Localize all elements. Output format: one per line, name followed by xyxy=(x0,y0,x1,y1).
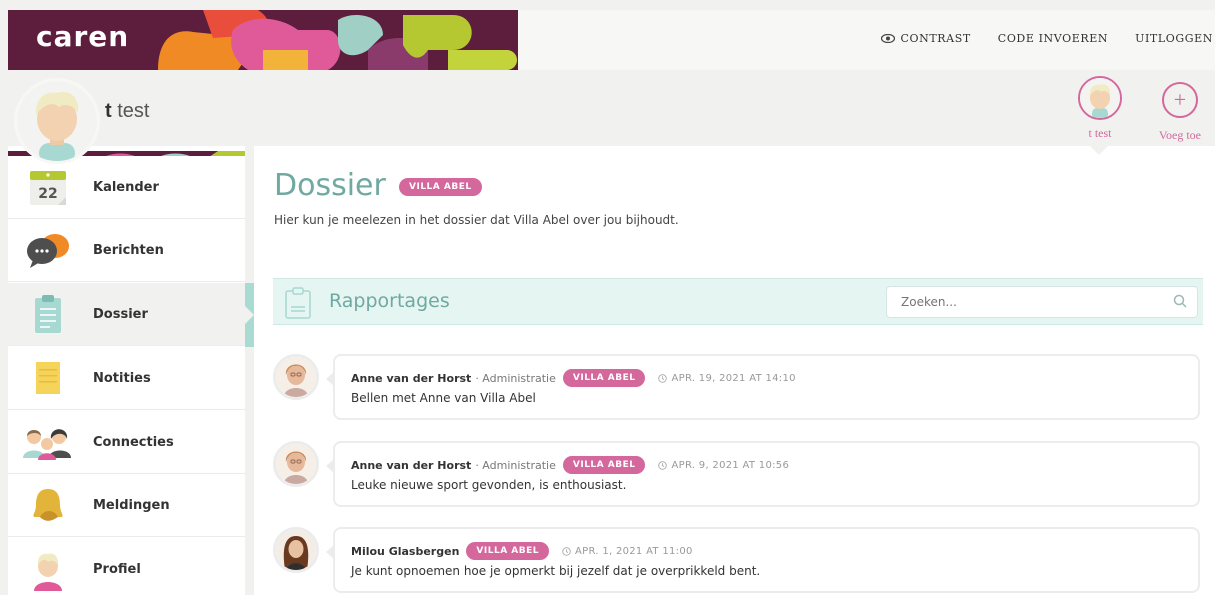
report-date: APR. 1, 2021 AT 11:00 xyxy=(562,546,693,557)
sidebar-item-label: Kalender xyxy=(93,179,159,195)
active-arrow xyxy=(245,306,254,324)
clock-icon xyxy=(658,373,668,383)
report-entry: Anne van der Horst · Administratie VILLA… xyxy=(273,354,1203,422)
report-meta: Anne van der Horst · Administratie VILLA… xyxy=(351,456,789,474)
sidebar-item-dossier[interactable]: Dossier xyxy=(8,283,245,346)
report-entry: Anne van der Horst · Administratie VILLA… xyxy=(273,441,1203,509)
search-input[interactable] xyxy=(886,286,1198,318)
calendar-icon: 22 xyxy=(20,165,76,209)
profile-icon xyxy=(20,548,76,592)
top-header: caren CONTRAST CODE INVOEREN UITLOGGEN xyxy=(8,10,1215,70)
report-text: Je kunt opnoemen hoe je opmerkt bij jeze… xyxy=(351,564,761,578)
brand-banner: caren xyxy=(8,10,518,70)
woman-photo-icon xyxy=(276,530,316,570)
child-avatar-small-icon xyxy=(1080,78,1120,118)
caren-logo[interactable]: caren xyxy=(36,20,129,53)
report-date-text: APR. 1, 2021 AT 11:00 xyxy=(575,545,693,557)
report-text: Bellen met Anne van Villa Abel xyxy=(351,391,536,405)
clock-icon xyxy=(658,460,668,470)
profile-initial: t xyxy=(105,100,112,122)
sidebar-item-notities[interactable]: Notities xyxy=(8,347,245,410)
small-avatar xyxy=(1078,76,1122,120)
child-avatar-icon xyxy=(17,81,97,161)
section-title: Rapportages xyxy=(329,290,450,312)
sidebar-item-meldingen[interactable]: Meldingen xyxy=(8,474,245,537)
profile-header: t test t test + Voeg toe xyxy=(8,70,1215,164)
author-avatar xyxy=(273,354,319,400)
sidebar-item-label: Connecties xyxy=(93,434,174,450)
plus-icon: + xyxy=(1161,82,1198,118)
author-name: Milou Glasbergen xyxy=(351,544,460,558)
top-links: CONTRAST CODE INVOEREN UITLOGGEN xyxy=(880,32,1214,45)
report-entry: Milou Glasbergen VILLA ABEL APR. 1, 2021… xyxy=(273,527,1203,595)
report-date: APR. 19, 2021 AT 14:10 xyxy=(658,373,795,384)
organization-badge: VILLA ABEL xyxy=(399,178,482,196)
sidebar-item-label: Berichten xyxy=(93,242,164,258)
rapportages-header: Rapportages xyxy=(273,278,1203,325)
author-role: · Administratie xyxy=(475,458,556,472)
pointer-caret xyxy=(1090,146,1108,155)
report-card: Anne van der Horst · Administratie VILLA… xyxy=(326,354,1200,420)
profile-name: t test xyxy=(105,100,149,123)
current-user-switch[interactable]: t test xyxy=(1075,76,1125,141)
report-date: APR. 9, 2021 AT 10:56 xyxy=(658,460,789,471)
intro-text: Hier kun je meelezen in het dossier dat … xyxy=(274,213,679,227)
report-date-text: APR. 19, 2021 AT 14:10 xyxy=(671,372,796,384)
report-date-text: APR. 9, 2021 AT 10:56 xyxy=(671,459,790,471)
organization-badge: VILLA ABEL xyxy=(466,542,549,560)
report-text: Leuke nieuwe sport gevonden, is enthousi… xyxy=(351,478,627,492)
report-card: Milou Glasbergen VILLA ABEL APR. 1, 2021… xyxy=(326,527,1200,593)
sidebar: 22 Kalender Berichten Dossier Notities C… xyxy=(8,146,245,595)
sidebar-item-berichten[interactable]: Berichten xyxy=(8,219,245,282)
woman-photo-icon xyxy=(276,357,316,397)
main-content: Dossier VILLA ABEL Hier kun je meelezen … xyxy=(254,146,1215,595)
clipboard-outline-icon xyxy=(285,287,311,319)
notepad-icon xyxy=(20,356,76,400)
chat-bubbles-icon xyxy=(20,228,76,272)
organization-badge: VILLA ABEL xyxy=(562,456,646,474)
author-avatar xyxy=(273,527,319,573)
sidebar-item-connecties[interactable]: Connecties xyxy=(8,411,245,474)
sidebar-item-label: Dossier xyxy=(93,306,148,322)
contrast-label: CONTRAST xyxy=(900,32,971,45)
clock-icon xyxy=(562,546,571,556)
sidebar-item-profiel[interactable]: Profiel xyxy=(8,538,245,595)
sidebar-item-label: Profiel xyxy=(93,562,141,577)
search-icon[interactable] xyxy=(1173,294,1187,308)
code-invoeren-link[interactable]: CODE INVOEREN xyxy=(998,32,1108,45)
sidebar-item-label: Notities xyxy=(93,370,151,386)
current-user-label: t test xyxy=(1088,126,1112,140)
logout-link[interactable]: UITLOGGEN xyxy=(1135,32,1213,45)
author-name: Anne van der Horst xyxy=(351,371,472,385)
report-card: Anne van der Horst · Administratie VILLA… xyxy=(326,441,1200,507)
author-name: Anne van der Horst xyxy=(351,458,472,472)
woman-photo-icon xyxy=(276,444,316,484)
people-icon xyxy=(20,420,76,464)
clipboard-icon xyxy=(20,292,76,336)
contrast-button[interactable]: CONTRAST xyxy=(880,32,971,45)
report-meta: Anne van der Horst · Administratie VILLA… xyxy=(351,369,796,387)
bell-icon xyxy=(20,483,76,527)
organization-badge: VILLA ABEL xyxy=(562,369,646,387)
sidebar-item-label: Meldingen xyxy=(93,497,170,513)
page-title: Dossier xyxy=(274,168,386,203)
eye-icon xyxy=(880,34,895,43)
profile-name-text: test xyxy=(117,100,150,122)
author-role: · Administratie xyxy=(475,371,556,385)
author-avatar xyxy=(273,441,319,487)
avatar[interactable] xyxy=(14,78,100,164)
report-meta: Milou Glasbergen VILLA ABEL APR. 1, 2021… xyxy=(351,542,693,560)
add-user-label: Voeg toe xyxy=(1158,128,1201,142)
add-user-button[interactable]: + Voeg toe xyxy=(1159,82,1201,143)
calendar-day: 22 xyxy=(38,186,57,202)
sidebar-item-kalender[interactable]: 22 Kalender xyxy=(8,156,245,219)
